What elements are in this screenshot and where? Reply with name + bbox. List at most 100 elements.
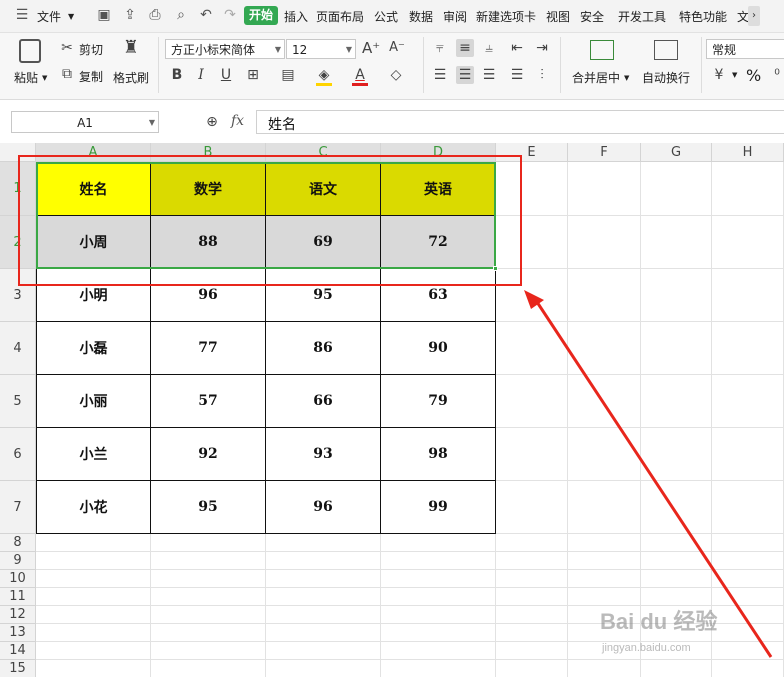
chevron-down-icon[interactable]: ▼ (68, 12, 74, 21)
grid-cell[interactable] (568, 269, 641, 322)
row-header-15[interactable]: 15 (0, 660, 36, 677)
grid-cell[interactable] (496, 660, 568, 677)
merge-center-button[interactable]: 合并居中 (572, 69, 620, 86)
align-top-icon[interactable]: ⫧ (431, 39, 449, 57)
column-header-c[interactable]: C (266, 143, 381, 162)
row-header-7[interactable]: 7 (0, 481, 36, 534)
grid-cell[interactable] (712, 322, 784, 375)
table-cell-name[interactable]: 小花 (36, 481, 151, 534)
menu-file[interactable]: 文件 (37, 8, 61, 25)
zoom-icon[interactable]: ⊕ (203, 113, 221, 131)
grid-cell[interactable] (641, 162, 712, 216)
grid-cell[interactable] (641, 269, 712, 322)
table-cell-name[interactable]: 小明 (36, 269, 151, 322)
table-cell-score[interactable]: 63 (381, 269, 496, 322)
row-header-14[interactable]: 14 (0, 642, 36, 660)
paste-icon[interactable] (19, 39, 41, 63)
grid-cell[interactable] (266, 588, 381, 606)
align-middle-icon[interactable]: ≡ (456, 39, 474, 57)
grid-cell[interactable] (568, 552, 641, 570)
fill-handle[interactable] (493, 266, 498, 271)
table-cell-score[interactable]: 79 (381, 375, 496, 428)
grid-cell[interactable] (36, 570, 151, 588)
scissors-icon[interactable]: ✂ (58, 39, 76, 57)
table-cell-score[interactable]: 99 (381, 481, 496, 534)
grid-cell[interactable] (641, 570, 712, 588)
grid-cell[interactable] (641, 375, 712, 428)
grid-cell[interactable] (496, 269, 568, 322)
chevron-down-icon[interactable]: ▼ (42, 74, 47, 82)
grid-cell[interactable] (36, 642, 151, 660)
percent-button[interactable]: % (746, 66, 761, 85)
row-header-2[interactable]: 2 (0, 216, 36, 269)
eraser-icon[interactable]: ◇ (387, 66, 405, 84)
decrease-font-icon[interactable]: A⁻ (388, 39, 406, 57)
grid-cell[interactable] (151, 606, 266, 624)
grid-cell[interactable] (266, 534, 381, 552)
grid-cell[interactable] (712, 216, 784, 269)
scroll-right-icon[interactable]: › (748, 6, 760, 26)
name-box[interactable]: A1 ▼ (11, 111, 159, 133)
grid-cell[interactable] (151, 642, 266, 660)
grid-cell[interactable] (496, 552, 568, 570)
cell-style-icon[interactable]: ▤ (279, 66, 297, 84)
grid-cell[interactable] (568, 570, 641, 588)
print-icon[interactable]: ⎙ (147, 7, 163, 23)
table-cell-score[interactable]: 72 (381, 216, 496, 269)
grid-cell[interactable] (381, 552, 496, 570)
grid-cell[interactable] (496, 624, 568, 642)
grid-cell[interactable] (712, 588, 784, 606)
copy-button[interactable]: 复制 (79, 68, 103, 85)
grid-cell[interactable] (568, 322, 641, 375)
column-header-g[interactable]: G (641, 143, 712, 162)
table-header-cell[interactable]: 数学 (151, 162, 266, 216)
distributed-align-icon[interactable]: ⫶ (533, 66, 551, 84)
print-preview-icon[interactable]: ⌕ (173, 7, 189, 23)
grid-cell[interactable] (496, 428, 568, 481)
align-bottom-icon[interactable]: ⫨ (480, 39, 498, 57)
grid-cell[interactable] (36, 552, 151, 570)
grid-cell[interactable] (381, 588, 496, 606)
font-size-select[interactable]: 12 ▼ (286, 39, 356, 59)
tab-developer[interactable]: 开发工具 (618, 8, 666, 25)
format-painter-icon[interactable]: ♜ (121, 39, 141, 63)
copy-icon[interactable]: ⧉ (58, 65, 76, 83)
select-all-corner[interactable] (0, 143, 36, 162)
thousands-icon[interactable]: ⁰ (768, 66, 784, 84)
fill-color-icon[interactable]: ◈ (315, 66, 333, 84)
cut-button[interactable]: 剪切 (79, 41, 103, 58)
grid-cell[interactable] (568, 534, 641, 552)
grid-cell[interactable] (381, 642, 496, 660)
row-header-1[interactable]: 1 (0, 162, 36, 216)
grid-cell[interactable] (641, 534, 712, 552)
grid-cell[interactable] (496, 642, 568, 660)
table-cell-score[interactable]: 69 (266, 216, 381, 269)
table-header-cell[interactable]: 英语 (381, 162, 496, 216)
grid-cell[interactable] (151, 588, 266, 606)
tab-special-features[interactable]: 特色功能 (679, 8, 727, 25)
table-cell-score[interactable]: 57 (151, 375, 266, 428)
grid-cell[interactable] (496, 216, 568, 269)
wrap-text-button[interactable]: 自动换行 (642, 69, 690, 86)
undo-icon[interactable]: ↶ (198, 7, 214, 23)
paste-button[interactable]: 粘贴 (14, 69, 38, 86)
grid-cell[interactable] (712, 642, 784, 660)
tab-start[interactable]: 开始 (244, 6, 278, 25)
align-right-icon[interactable]: ☰ (480, 66, 498, 84)
formula-input[interactable]: 姓名 (256, 110, 784, 134)
number-format-select[interactable]: 常规 (706, 39, 784, 59)
row-header-9[interactable]: 9 (0, 552, 36, 570)
underline-icon[interactable]: U (217, 66, 235, 84)
font-name-select[interactable]: 方正小标宋简体 ▼ (165, 39, 285, 59)
row-header-8[interactable]: 8 (0, 534, 36, 552)
format-painter-button[interactable]: 格式刷 (113, 69, 149, 86)
column-header-d[interactable]: D (381, 143, 496, 162)
grid-cell[interactable] (712, 375, 784, 428)
decrease-indent-icon[interactable]: ⇤ (508, 39, 526, 57)
table-cell-name[interactable]: 小磊 (36, 322, 151, 375)
export-icon[interactable]: ⇪ (122, 7, 138, 23)
grid-cell[interactable] (381, 570, 496, 588)
grid-cell[interactable] (381, 606, 496, 624)
grid-cell[interactable] (641, 660, 712, 677)
grid-cell[interactable] (568, 660, 641, 677)
